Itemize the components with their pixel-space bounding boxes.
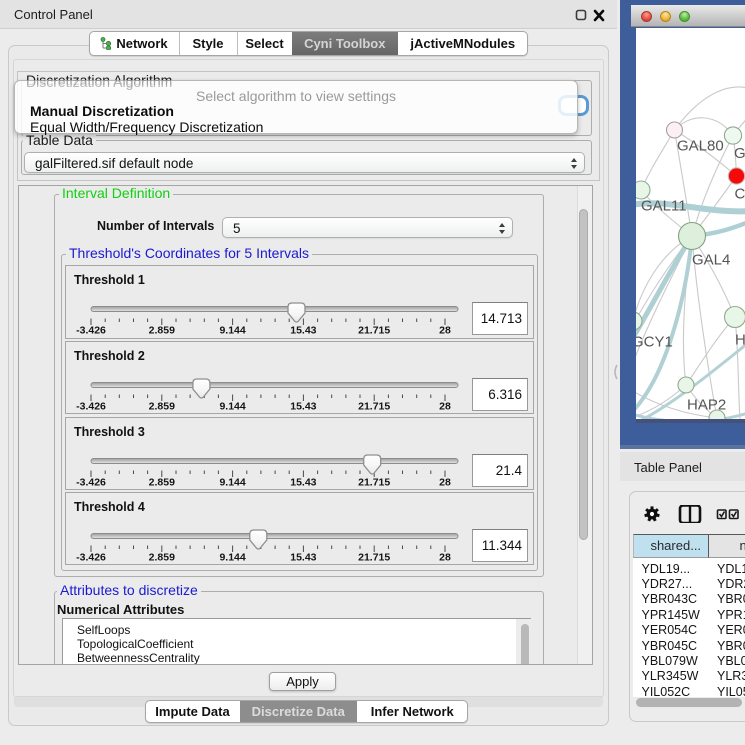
svg-text:2.859: 2.859: [149, 552, 175, 564]
svg-text:-3.426: -3.426: [76, 401, 106, 413]
svg-text:28: 28: [439, 324, 451, 336]
svg-text:-3.426: -3.426: [76, 552, 106, 564]
svg-text:21.715: 21.715: [358, 324, 390, 336]
svg-text:-3.426: -3.426: [76, 324, 106, 336]
svg-text:28: 28: [439, 401, 451, 413]
svg-text:9.144: 9.144: [219, 552, 245, 564]
svg-text:15.43: 15.43: [290, 476, 316, 488]
svg-text:21.715: 21.715: [358, 401, 390, 413]
svg-text:9.144: 9.144: [219, 401, 245, 413]
svg-text:9.144: 9.144: [219, 324, 245, 336]
svg-text:9.144: 9.144: [219, 476, 245, 488]
svg-text:21.715: 21.715: [358, 476, 390, 488]
svg-text:2.859: 2.859: [149, 476, 175, 488]
svg-text:15.43: 15.43: [290, 401, 316, 413]
svg-text:GA: GA: [734, 145, 745, 162]
svg-text:HAP2: HAP2: [687, 397, 726, 414]
svg-text:GAL11: GAL11: [641, 198, 687, 215]
svg-text:HI: HI: [735, 332, 745, 349]
svg-text:2.859: 2.859: [149, 401, 175, 413]
svg-text:GAL4: GAL4: [692, 252, 730, 269]
svg-text:15.43: 15.43: [290, 552, 316, 564]
svg-text:C: C: [735, 186, 745, 203]
svg-text:GAL80: GAL80: [677, 138, 724, 155]
svg-text:GCY1: GCY1: [636, 334, 673, 351]
svg-text:15.43: 15.43: [290, 324, 316, 336]
svg-text:-3.426: -3.426: [76, 476, 106, 488]
svg-text:28: 28: [439, 476, 451, 488]
svg-text:21.715: 21.715: [358, 552, 390, 564]
svg-text:28: 28: [439, 552, 451, 564]
svg-text:2.859: 2.859: [149, 324, 175, 336]
